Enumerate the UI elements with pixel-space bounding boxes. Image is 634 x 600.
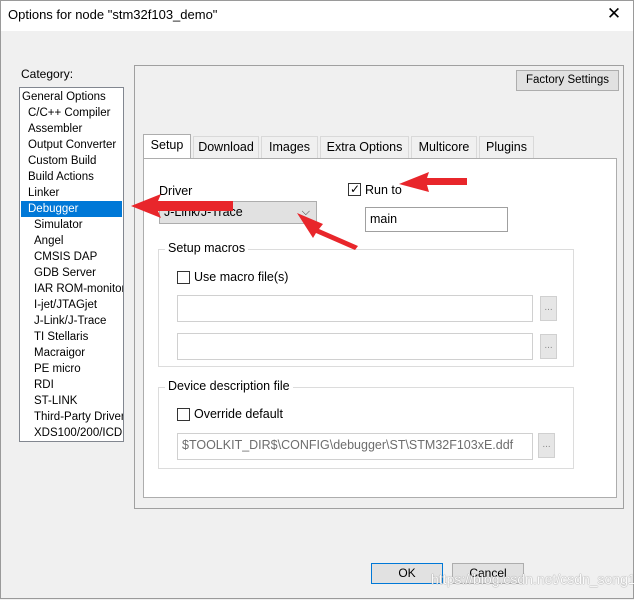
category-item-ti-stellaris[interactable]: TI Stellaris [34, 329, 88, 345]
title-bar: Options for node "stm32f103_demo" ✕ [1, 1, 633, 31]
override-default-checkbox[interactable] [177, 408, 190, 421]
setup-macros-group: Setup macros Use macro file(s) ... ... [158, 241, 574, 367]
category-item-pe-micro[interactable]: PE micro [34, 361, 81, 377]
use-macro-label: Use macro file(s) [194, 270, 289, 284]
category-item-output-converter[interactable]: Output Converter [28, 137, 116, 153]
macro-path-input-1[interactable] [177, 295, 533, 322]
tab-plugins[interactable]: Plugins [479, 136, 534, 158]
category-item-cmsis-dap[interactable]: CMSIS DAP [34, 249, 97, 265]
chevron-down-icon: ⌵ [301, 206, 310, 218]
options-panel: Factory Settings Setup Download Images E… [134, 65, 624, 509]
category-item-iar-rom-monitor[interactable]: IAR ROM-monitor [34, 281, 123, 297]
checkmark-icon: ✓ [350, 182, 361, 196]
tab-images[interactable]: Images [261, 136, 318, 158]
category-item-build-actions[interactable]: Build Actions [28, 169, 94, 185]
macro-path-input-2[interactable] [177, 333, 533, 360]
category-label: Category: [21, 67, 74, 81]
watermark: https://blog.csdn.net/csdn_song123 [431, 571, 634, 587]
device-description-group: Device description file Override default… [158, 379, 574, 469]
device-description-title: Device description file [165, 379, 293, 393]
category-item-assembler[interactable]: Assembler [28, 121, 82, 137]
device-browse-button[interactable]: ... [538, 433, 555, 458]
category-item-third-party-driver[interactable]: Third-Party Driver [34, 409, 123, 425]
category-item-simulator[interactable]: Simulator [34, 217, 83, 233]
use-macro-checkbox[interactable] [177, 271, 190, 284]
tab-extra-options[interactable]: Extra Options [320, 136, 409, 158]
driver-select[interactable]: J-Link/J-Trace ⌵ [159, 201, 317, 224]
device-description-path-input[interactable]: $TOOLKIT_DIR$\CONFIG\debugger\ST\STM32F1… [177, 433, 533, 460]
factory-settings-button[interactable]: Factory Settings [516, 70, 619, 91]
run-to-label: Run to [365, 183, 402, 197]
tab-multicore[interactable]: Multicore [411, 136, 477, 158]
category-item-debugger[interactable]: Debugger [21, 201, 122, 217]
tab-download[interactable]: Download [193, 136, 259, 158]
category-item-general-options[interactable]: General Options [22, 89, 106, 105]
category-item-gdb-server[interactable]: GDB Server [34, 265, 96, 281]
setup-tab-body: Driver J-Link/J-Trace ⌵ ✓ Run to main Se… [143, 158, 617, 498]
close-icon[interactable]: ✕ [601, 3, 627, 27]
macro-browse-button-1[interactable]: ... [540, 296, 557, 321]
tab-setup[interactable]: Setup [143, 134, 191, 158]
run-to-input[interactable]: main [365, 207, 508, 232]
category-item-rdi[interactable]: RDI [34, 377, 54, 393]
category-item-linker[interactable]: Linker [28, 185, 59, 201]
category-item-custom-build[interactable]: Custom Build [28, 153, 96, 169]
category-list[interactable]: General Options C/C++ Compiler Assembler… [19, 87, 124, 442]
category-item-macraigor[interactable]: Macraigor [34, 345, 85, 361]
options-dialog: Options for node "stm32f103_demo" ✕ Cate… [0, 0, 634, 599]
driver-label: Driver [159, 184, 193, 198]
setup-macros-title: Setup macros [165, 241, 249, 255]
run-to-checkbox[interactable]: ✓ [348, 182, 361, 196]
category-item-st-link[interactable]: ST-LINK [34, 393, 77, 409]
category-item-i-jet[interactable]: I-jet/JTAGjet [34, 297, 97, 313]
driver-select-value: J-Link/J-Trace [164, 205, 243, 219]
macro-browse-button-2[interactable]: ... [540, 334, 557, 359]
category-item-j-link[interactable]: J-Link/J-Trace [34, 313, 106, 329]
category-item-c-compiler[interactable]: C/C++ Compiler [28, 105, 110, 121]
window-title: Options for node "stm32f103_demo" [8, 7, 218, 22]
category-item-angel[interactable]: Angel [34, 233, 63, 249]
category-item-xds100[interactable]: XDS100/200/ICDI [34, 425, 123, 441]
override-default-label: Override default [194, 407, 283, 421]
